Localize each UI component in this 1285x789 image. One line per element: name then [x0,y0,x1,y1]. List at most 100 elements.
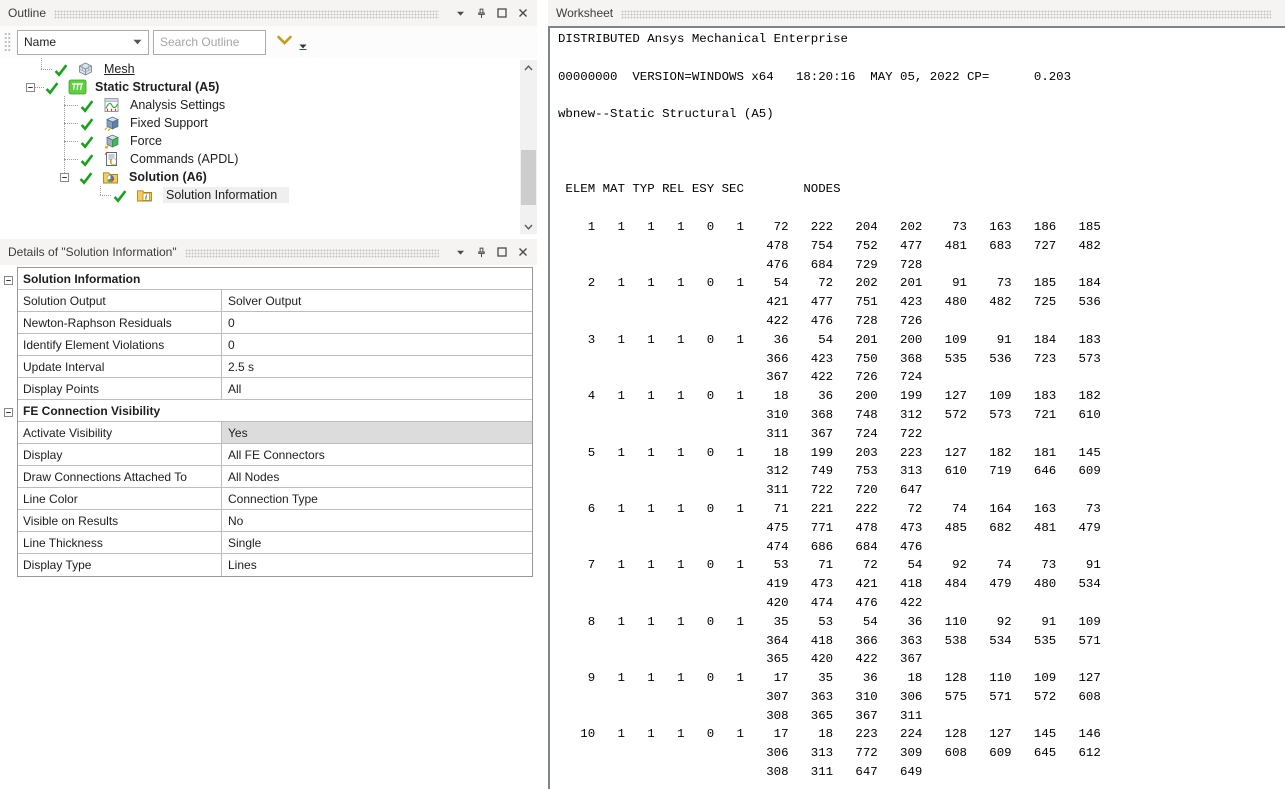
worksheet-content[interactable]: DISTRIBUTED Ansys Mechanical Enterprise … [548,26,1285,789]
collapse-toggle[interactable] [4,274,13,288]
tree-item-label: Commands (APDL) [130,152,239,166]
property-value[interactable]: No [222,510,532,531]
commands-apdl-icon: C [103,151,122,167]
property-label: Activate Visibility [18,422,222,443]
left-dock-column: Outline Name Search Outline Mesh Static … [0,0,537,789]
outline-panel-header: Outline [0,0,537,26]
details-row-solution-output: Solution Output Solver Output [18,290,532,312]
tree-item-force[interactable]: Force [0,132,537,150]
search-options-dropdown[interactable] [299,39,307,53]
details-panel: Details of "Solution Information" Soluti… [0,239,537,789]
panel-menu-button[interactable] [452,5,468,21]
dropdown-arrow-icon [299,44,307,49]
details-row-update-interval: Update Interval 2.5 s [18,356,532,378]
property-label: Newton-Raphson Residuals [18,312,222,333]
maximize-icon [497,247,507,257]
maximize-icon [497,8,507,18]
check-icon [54,64,68,77]
details-category-fe-connection-visibility: FE Connection Visibility [18,400,532,422]
toolbar-grip-handle[interactable] [4,32,11,52]
property-label: Display Points [18,378,222,399]
solution-icon [102,169,121,185]
property-value[interactable]: Connection Type [222,488,532,509]
close-button[interactable] [515,244,531,260]
property-value[interactable]: All FE Connectors [222,444,532,465]
tree-item-solution-a6[interactable]: Solution (A6) [0,168,537,186]
panel-header-texture [621,9,1271,19]
outline-panel-title: Outline [8,6,47,20]
check-icon [80,118,94,131]
property-value[interactable]: Single [222,532,532,553]
maximize-button[interactable] [494,5,510,21]
expand-toggle[interactable] [60,172,69,182]
close-button[interactable] [515,5,531,21]
tree-item-static-structural-a5[interactable]: Static Structural (A5) [0,78,537,96]
expand-toggle[interactable] [26,82,35,92]
worksheet-panel-header: Worksheet [548,0,1285,26]
property-value[interactable]: All Nodes [222,466,532,487]
details-panel-title: Details of "Solution Information" [8,245,177,259]
outline-panel: Outline Name Search Outline Mesh Static … [0,0,537,236]
details-row-newton-raphson-residuals: Newton-Raphson Residuals 0 [18,312,532,334]
details-row-identify-element-violations: Identify Element Violations 0 [18,334,532,356]
tree-item-label: Static Structural (A5) [95,80,220,94]
panel-menu-button[interactable] [452,244,468,260]
details-table: Solution Information Solution Output Solve… [17,267,533,577]
scroll-down-button[interactable] [520,219,537,234]
search-outline-input[interactable] [154,35,265,49]
property-value[interactable]: Solver Output [222,290,532,311]
property-value[interactable]: All [222,378,532,399]
tree-item-label: Solution (A6) [129,170,207,184]
details-gutter [0,267,17,789]
solution-information-icon: i [136,187,155,203]
tree-item-mesh[interactable]: Mesh [0,60,537,78]
pin-button[interactable] [473,244,489,260]
tree-item-fixed-support[interactable]: Fixed Support [0,114,537,132]
property-label: Line Thickness [18,532,222,553]
close-icon [519,248,527,256]
property-value[interactable]: 0 [222,312,532,333]
property-value[interactable]: Lines [222,554,532,576]
dock-splitter[interactable] [537,0,548,789]
details-row-display-points: Display Points All [18,378,532,400]
gold-chevron-icon [277,35,292,45]
check-icon [80,136,94,149]
property-value[interactable]: 0 [222,334,532,355]
details-body: Solution Information Solution Output Solve… [0,265,537,789]
tree-item-analysis-settings[interactable]: Analysis Settings [0,96,537,114]
scroll-track[interactable] [520,75,537,219]
worksheet-panel: Worksheet DISTRIBUTED Ansys Mechanical E… [548,0,1285,789]
outline-toolbar: Name [0,26,537,58]
property-value[interactable]: Yes [222,422,532,443]
property-label: Visible on Results [18,510,222,531]
details-row-display: Display All FE Connectors [18,444,532,466]
check-icon [79,172,93,185]
scroll-up-button[interactable] [520,60,537,75]
property-label: Identify Element Violations [18,334,222,355]
tree-scrollbar[interactable] [520,60,537,234]
tree-item-solution-information[interactable]: i Solution Information [0,186,537,204]
pin-icon [477,247,485,257]
check-icon [80,100,94,113]
pin-button[interactable] [473,5,489,21]
maximize-button[interactable] [494,244,510,260]
tree-item-commands-apdl[interactable]: C Commands (APDL) [0,150,537,168]
search-outline-box [153,29,266,55]
scroll-thumb[interactable] [521,149,536,205]
details-row-display-type: Display Type Lines [18,554,532,576]
worksheet-panel-title: Worksheet [556,6,614,20]
outline-tree: Mesh Static Structural (A5) Analysis Setti… [0,58,537,236]
check-icon [80,154,94,167]
property-value[interactable]: 2.5 s [222,356,532,377]
tree-item-label: Mesh [104,62,135,76]
name-filter-label: Name [24,35,57,49]
collapse-toggle[interactable] [4,406,13,420]
expand-search-chevron-button[interactable] [276,35,293,49]
svg-text:C: C [110,158,117,167]
mesh-icon [77,61,96,77]
analysis-settings-icon [103,97,122,113]
static-structural-icon [68,79,87,95]
name-filter-combo[interactable]: Name [17,29,149,55]
tree-item-label: Analysis Settings [130,98,226,112]
panel-header-texture [184,248,439,258]
